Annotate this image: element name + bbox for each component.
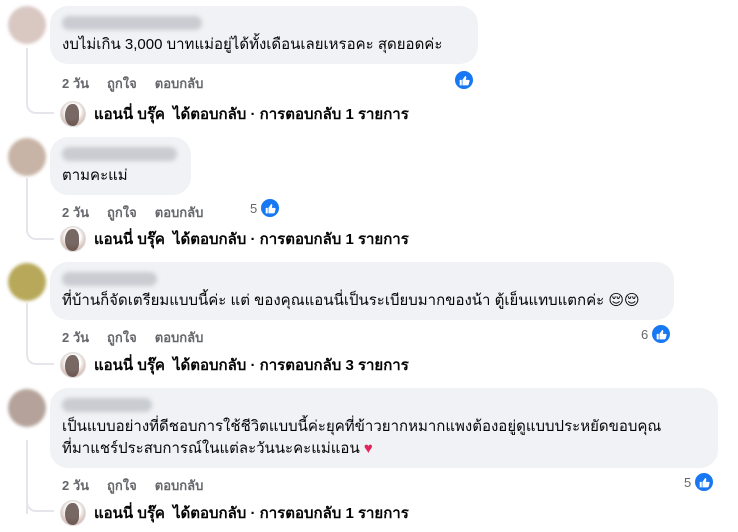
replier-avatar <box>60 352 86 378</box>
comment-bubble: ตามคะแม่ <box>50 137 191 195</box>
commenter-avatar[interactable] <box>8 6 46 44</box>
comment-time[interactable]: 2 วัน <box>62 475 89 496</box>
view-replies-link[interactable]: แอนนี่ บรุ๊ค ได้ตอบกลับ · การตอบกลับ 1 ร… <box>60 500 409 526</box>
reaction-count: 5 <box>684 474 692 490</box>
comment-bubble: เป็นแบบอย่างที่ดีชอบการใช้ชีวิตแบบนี้ค่ะ… <box>50 388 718 468</box>
commenter-avatar[interactable] <box>8 263 46 301</box>
like-reaction-icon <box>694 472 715 492</box>
reaction-summary[interactable]: 6 <box>641 324 672 344</box>
comment-actions: 2 วัน ถูกใจ ตอบกลับ <box>62 475 203 496</box>
reaction-summary[interactable]: 5 <box>684 472 715 492</box>
reply-button[interactable]: ตอบกลับ <box>155 73 204 94</box>
reply-connector <box>26 48 54 114</box>
comment-text: ตามคะแม่ <box>62 167 128 184</box>
comment-time[interactable]: 2 วัน <box>62 73 89 94</box>
comment-text: งบไม่เกิน 3,000 บาทแม่อยู่ได้ทั้งเดือนเล… <box>62 36 443 53</box>
reply-button[interactable]: ตอบกลับ <box>155 327 204 348</box>
heart-emoji: ♥ <box>363 440 373 457</box>
reply-count-text: ได้ตอบกลับ · การตอบกลับ 1 รายการ <box>172 505 409 522</box>
comment-text-line-1: เป็นแบบอย่างที่ดีชอบการใช้ชีวิตแบบนี้ค่ะ… <box>62 418 662 435</box>
relieved-face-emoji: 😌😌 <box>608 292 640 309</box>
reply-count-text: ได้ตอบกลับ · การตอบกลับ 3 รายการ <box>172 357 409 374</box>
replier-name: แอนนี่ บรุ๊ค <box>94 505 165 522</box>
comment-text: ที่บ้านก็จัดเตรียมแบบนี้ค่ะ แต่ ของคุณแอ… <box>62 292 605 309</box>
like-reaction-icon <box>454 70 474 90</box>
comment-author-blurred[interactable] <box>62 147 177 161</box>
view-replies-link[interactable]: แอนนี่ บรุ๊ค ได้ตอบกลับ · การตอบกลับ 3 ร… <box>60 352 409 378</box>
comment-text-line: ที่บ้านก็จัดเตรียมแบบนี้ค่ะ แต่ ของคุณแอ… <box>62 290 662 312</box>
view-replies-link[interactable]: แอนนี่ บรุ๊ค ได้ตอบกลับ · การตอบกลับ 1 ร… <box>60 226 409 252</box>
reply-count-text: ได้ตอบกลับ · การตอบกลับ 1 รายการ <box>172 106 409 123</box>
like-button[interactable]: ถูกใจ <box>107 475 137 496</box>
commenter-avatar[interactable] <box>8 138 46 176</box>
comment-actions: 2 วัน ถูกใจ ตอบกลับ <box>62 202 203 223</box>
like-button[interactable]: ถูกใจ <box>107 327 137 348</box>
comment-time[interactable]: 2 วัน <box>62 327 89 348</box>
reaction-summary[interactable] <box>454 70 474 90</box>
reaction-count: 5 <box>250 200 258 216</box>
replier-name: แอนนี่ บรุ๊ค <box>94 231 165 248</box>
commenter-avatar[interactable] <box>8 389 46 427</box>
reaction-summary[interactable]: 5 <box>250 198 281 218</box>
replier-name: แอนนี่ บรุ๊ค <box>94 357 165 374</box>
replier-name: แอนนี่ บรุ๊ค <box>94 106 165 123</box>
comment-text: ที่มาแชร์ประสบการณ์ในแต่ละวันนะคะแม่แอน <box>62 440 360 457</box>
comment-author-blurred[interactable] <box>62 16 202 30</box>
comment-text-line-2: ที่มาแชร์ประสบการณ์ในแต่ละวันนะคะแม่แอน … <box>62 438 706 460</box>
reply-connector <box>26 178 54 240</box>
reply-button[interactable]: ตอบกลับ <box>155 475 204 496</box>
view-replies-link[interactable]: แอนนี่ บรุ๊ค ได้ตอบกลับ · การตอบกลับ 1 ร… <box>60 101 409 127</box>
comment-author-blurred[interactable] <box>62 272 157 286</box>
comment-actions: 2 วัน ถูกใจ ตอบกลับ <box>62 73 203 94</box>
comment-bubble: ที่บ้านก็จัดเตรียมแบบนี้ค่ะ แต่ ของคุณแอ… <box>50 262 674 320</box>
like-button[interactable]: ถูกใจ <box>107 202 137 223</box>
replier-avatar <box>60 226 86 252</box>
reaction-count: 6 <box>641 326 649 342</box>
reply-connector <box>26 440 54 512</box>
like-reaction-icon <box>651 324 672 344</box>
reply-count-text: ได้ตอบกลับ · การตอบกลับ 1 รายการ <box>172 231 409 248</box>
replier-avatar <box>60 101 86 127</box>
comment-actions: 2 วัน ถูกใจ ตอบกลับ <box>62 327 203 348</box>
reply-connector <box>26 303 54 365</box>
like-button[interactable]: ถูกใจ <box>107 73 137 94</box>
reply-button[interactable]: ตอบกลับ <box>155 202 204 223</box>
like-reaction-icon <box>260 198 281 218</box>
comment-time[interactable]: 2 วัน <box>62 202 89 223</box>
comment-author-blurred[interactable] <box>62 398 152 412</box>
comment-bubble: งบไม่เกิน 3,000 บาทแม่อยู่ได้ทั้งเดือนเล… <box>50 6 478 64</box>
replier-avatar <box>60 500 86 526</box>
